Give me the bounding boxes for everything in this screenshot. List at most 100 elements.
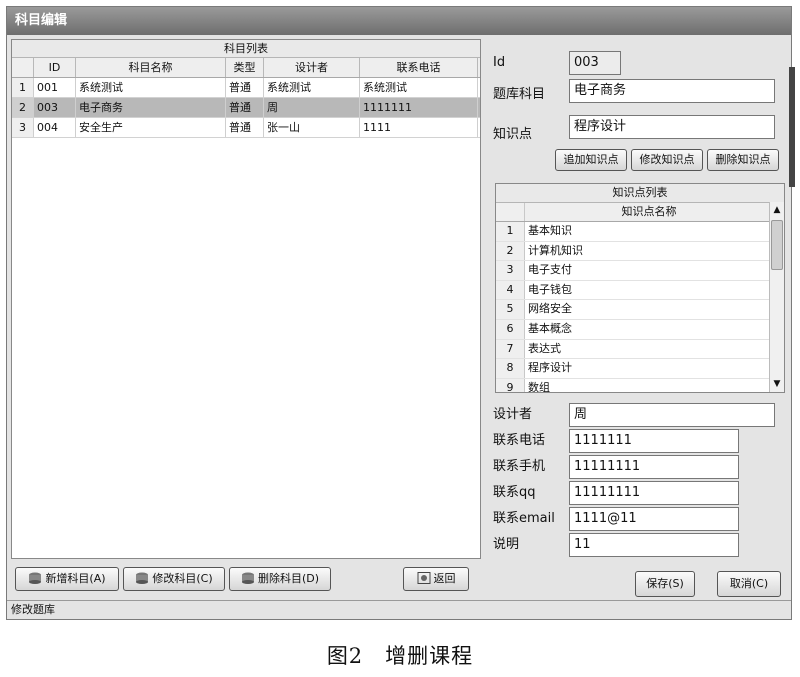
row-number: 8 bbox=[496, 359, 525, 378]
col-header-id[interactable]: ID bbox=[34, 58, 76, 77]
database-icon bbox=[136, 572, 149, 584]
email-field[interactable]: 1111@11 bbox=[569, 507, 739, 531]
list-item[interactable]: 3 电子支付 bbox=[496, 261, 784, 281]
knowledge-point-header: 知识点名称 bbox=[496, 203, 784, 222]
table-row[interactable]: 1 001 系统测试 普通 系统测试 系统测试 bbox=[12, 78, 480, 98]
knowledge-point-label: 知识点 bbox=[493, 127, 533, 142]
kp-name: 表达式 bbox=[528, 341, 561, 355]
subject-table-header: ID 科目名称 类型 设计者 联系电话 bbox=[12, 58, 480, 78]
cell-type: 普通 bbox=[226, 78, 264, 97]
delete-knowledge-point-button[interactable]: 删除知识点 bbox=[707, 149, 779, 171]
edit-subject-label: 修改科目(C) bbox=[152, 572, 213, 585]
col-header-kp-name[interactable]: 知识点名称 bbox=[525, 203, 784, 221]
cell-type: 普通 bbox=[226, 118, 264, 137]
list-item[interactable]: 7 表达式 bbox=[496, 339, 784, 360]
cell-designer: 系统测试 bbox=[264, 78, 360, 97]
delete-subject-button[interactable]: 删除科目(D) bbox=[229, 567, 331, 591]
cell-name: 系统测试 bbox=[76, 78, 226, 97]
row-number: 3 bbox=[12, 118, 34, 137]
table-row-selected[interactable]: 2 003 电子商务 普通 周 1111111 bbox=[12, 98, 480, 118]
designer-field[interactable]: 周 bbox=[569, 403, 775, 427]
qq-label: 联系qq bbox=[493, 485, 536, 500]
row-number-header bbox=[496, 203, 525, 221]
kp-name: 数组 bbox=[528, 380, 550, 393]
note-field[interactable]: 11 bbox=[569, 533, 739, 557]
cell-designer: 周 bbox=[264, 98, 360, 117]
chevron-up-icon[interactable]: ▲ bbox=[770, 202, 784, 218]
return-icon bbox=[417, 572, 430, 584]
kp-name: 计算机知识 bbox=[528, 243, 583, 257]
row-number: 7 bbox=[496, 339, 525, 359]
cell-designer: 张一山 bbox=[264, 118, 360, 137]
cell-phone: 系统测试 bbox=[360, 78, 478, 97]
kp-name: 基本知识 bbox=[528, 224, 572, 237]
cell-phone: 1111111 bbox=[360, 98, 478, 117]
add-knowledge-point-button[interactable]: 追加知识点 bbox=[555, 149, 627, 171]
row-number: 5 bbox=[496, 300, 525, 319]
figure-caption: 图2 增删课程 bbox=[326, 644, 474, 668]
row-number: 3 bbox=[496, 261, 525, 280]
email-label: 联系email bbox=[493, 511, 555, 526]
list-item[interactable]: 1 基本知识 bbox=[496, 222, 784, 242]
qq-field[interactable]: 11111111 bbox=[569, 481, 739, 505]
col-header-phone[interactable]: 联系电话 bbox=[360, 58, 478, 77]
phone-label: 联系电话 bbox=[493, 433, 546, 448]
delete-subject-label: 删除科目(D) bbox=[257, 572, 320, 585]
cell-phone: 1111 bbox=[360, 118, 478, 137]
edit-knowledge-point-button[interactable]: 修改知识点 bbox=[631, 149, 703, 171]
cell-id: 003 bbox=[34, 98, 76, 117]
knowledge-point-field[interactable]: 程序设计 bbox=[569, 115, 775, 139]
list-item[interactable]: 8 程序设计 bbox=[496, 359, 784, 379]
row-number-header bbox=[12, 58, 34, 77]
status-bar: 修改题库 bbox=[7, 600, 791, 619]
row-number: 1 bbox=[496, 222, 525, 241]
kp-name: 网络安全 bbox=[528, 302, 572, 316]
window-title: 科目编辑 bbox=[7, 7, 791, 35]
add-subject-label: 新增科目(A) bbox=[45, 572, 106, 585]
list-item[interactable]: 5 网络安全 bbox=[496, 300, 784, 320]
mobile-field[interactable]: 11111111 bbox=[569, 455, 739, 479]
row-number: 2 bbox=[12, 98, 34, 117]
id-label: Id bbox=[493, 55, 506, 70]
list-item[interactable]: 6 基本概念 bbox=[496, 319, 784, 340]
kp-name: 程序设计 bbox=[528, 361, 572, 375]
col-header-name[interactable]: 科目名称 bbox=[76, 58, 226, 77]
row-number: 6 bbox=[496, 319, 525, 339]
knowledge-point-scrollbar[interactable]: ▲ ▼ bbox=[769, 202, 784, 392]
save-button[interactable]: 保存(S) bbox=[635, 571, 695, 597]
col-header-type[interactable]: 类型 bbox=[226, 58, 264, 77]
window-edge-scroll bbox=[789, 67, 795, 187]
list-item[interactable]: 2 计算机知识 bbox=[496, 241, 784, 262]
subject-label: 题库科目 bbox=[493, 87, 546, 102]
kp-name: 电子钱包 bbox=[528, 282, 572, 296]
chevron-down-icon[interactable]: ▼ bbox=[770, 376, 784, 392]
subject-list-table: 科目列表 ID 科目名称 类型 设计者 联系电话 1 001 系统测试 普通 系… bbox=[11, 39, 481, 559]
knowledge-point-list-caption: 知识点列表 bbox=[496, 184, 784, 203]
back-label: 返回 bbox=[433, 572, 456, 585]
note-label: 说明 bbox=[493, 537, 520, 552]
row-number: 4 bbox=[496, 280, 525, 300]
list-item[interactable]: 9 数组 bbox=[496, 378, 784, 393]
subject-detail-form: Id 003 题库科目 电子商务 知识点 程序设计 追加知识点 修改知识点 删除… bbox=[485, 39, 789, 599]
add-subject-button[interactable]: 新增科目(A) bbox=[15, 567, 119, 591]
designer-label: 设计者 bbox=[493, 407, 533, 422]
col-header-designer[interactable]: 设计者 bbox=[264, 58, 360, 77]
back-button[interactable]: 返回 bbox=[403, 567, 469, 591]
table-row[interactable]: 3 004 安全生产 普通 张一山 1111 bbox=[12, 118, 480, 138]
cell-type: 普通 bbox=[226, 98, 264, 117]
subject-field[interactable]: 电子商务 bbox=[569, 79, 775, 103]
row-number: 1 bbox=[12, 78, 34, 97]
id-field[interactable]: 003 bbox=[569, 51, 621, 75]
edit-subject-button[interactable]: 修改科目(C) bbox=[123, 567, 225, 591]
cell-id: 001 bbox=[34, 78, 76, 97]
scrollbar-thumb[interactable] bbox=[771, 220, 783, 270]
phone-field[interactable]: 1111111 bbox=[569, 429, 739, 453]
database-icon bbox=[241, 572, 254, 584]
list-item[interactable]: 4 电子钱包 bbox=[496, 280, 784, 301]
database-icon bbox=[29, 572, 42, 584]
knowledge-point-list: 知识点列表 知识点名称 1 基本知识 2 计算机知识 3 电子支付 4 电子钱包 5 网络… bbox=[495, 183, 785, 393]
cancel-button[interactable]: 取消(C) bbox=[717, 571, 781, 597]
subject-list-caption: 科目列表 bbox=[12, 40, 480, 58]
row-number: 9 bbox=[496, 378, 525, 392]
mobile-label: 联系手机 bbox=[493, 459, 546, 474]
